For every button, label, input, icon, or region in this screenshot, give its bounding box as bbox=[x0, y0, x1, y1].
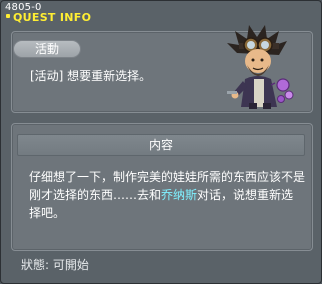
quest-info-window: 4805-0 QUEST INFO 活動 [活动] 想要重新选择。 内容 仔细想… bbox=[0, 0, 322, 284]
content-section-header: 内容 bbox=[17, 134, 305, 156]
window-title: QUEST INFO bbox=[13, 11, 92, 24]
quest-status: 狀態: 可開始 bbox=[21, 258, 89, 272]
title-bullet-icon bbox=[6, 14, 10, 18]
goggles-scientist-npc-icon bbox=[227, 25, 294, 109]
quest-description: 仔细想了一下，制作完美的娃娃所需的东西应该不是刚才选择的东西……去和乔纳斯对话，… bbox=[29, 168, 305, 222]
quest-name: [活动] 想要重新选择。 bbox=[30, 69, 152, 83]
quest-category-badge: 活動 bbox=[13, 40, 81, 58]
npc-name-link: 乔纳斯 bbox=[161, 188, 198, 202]
